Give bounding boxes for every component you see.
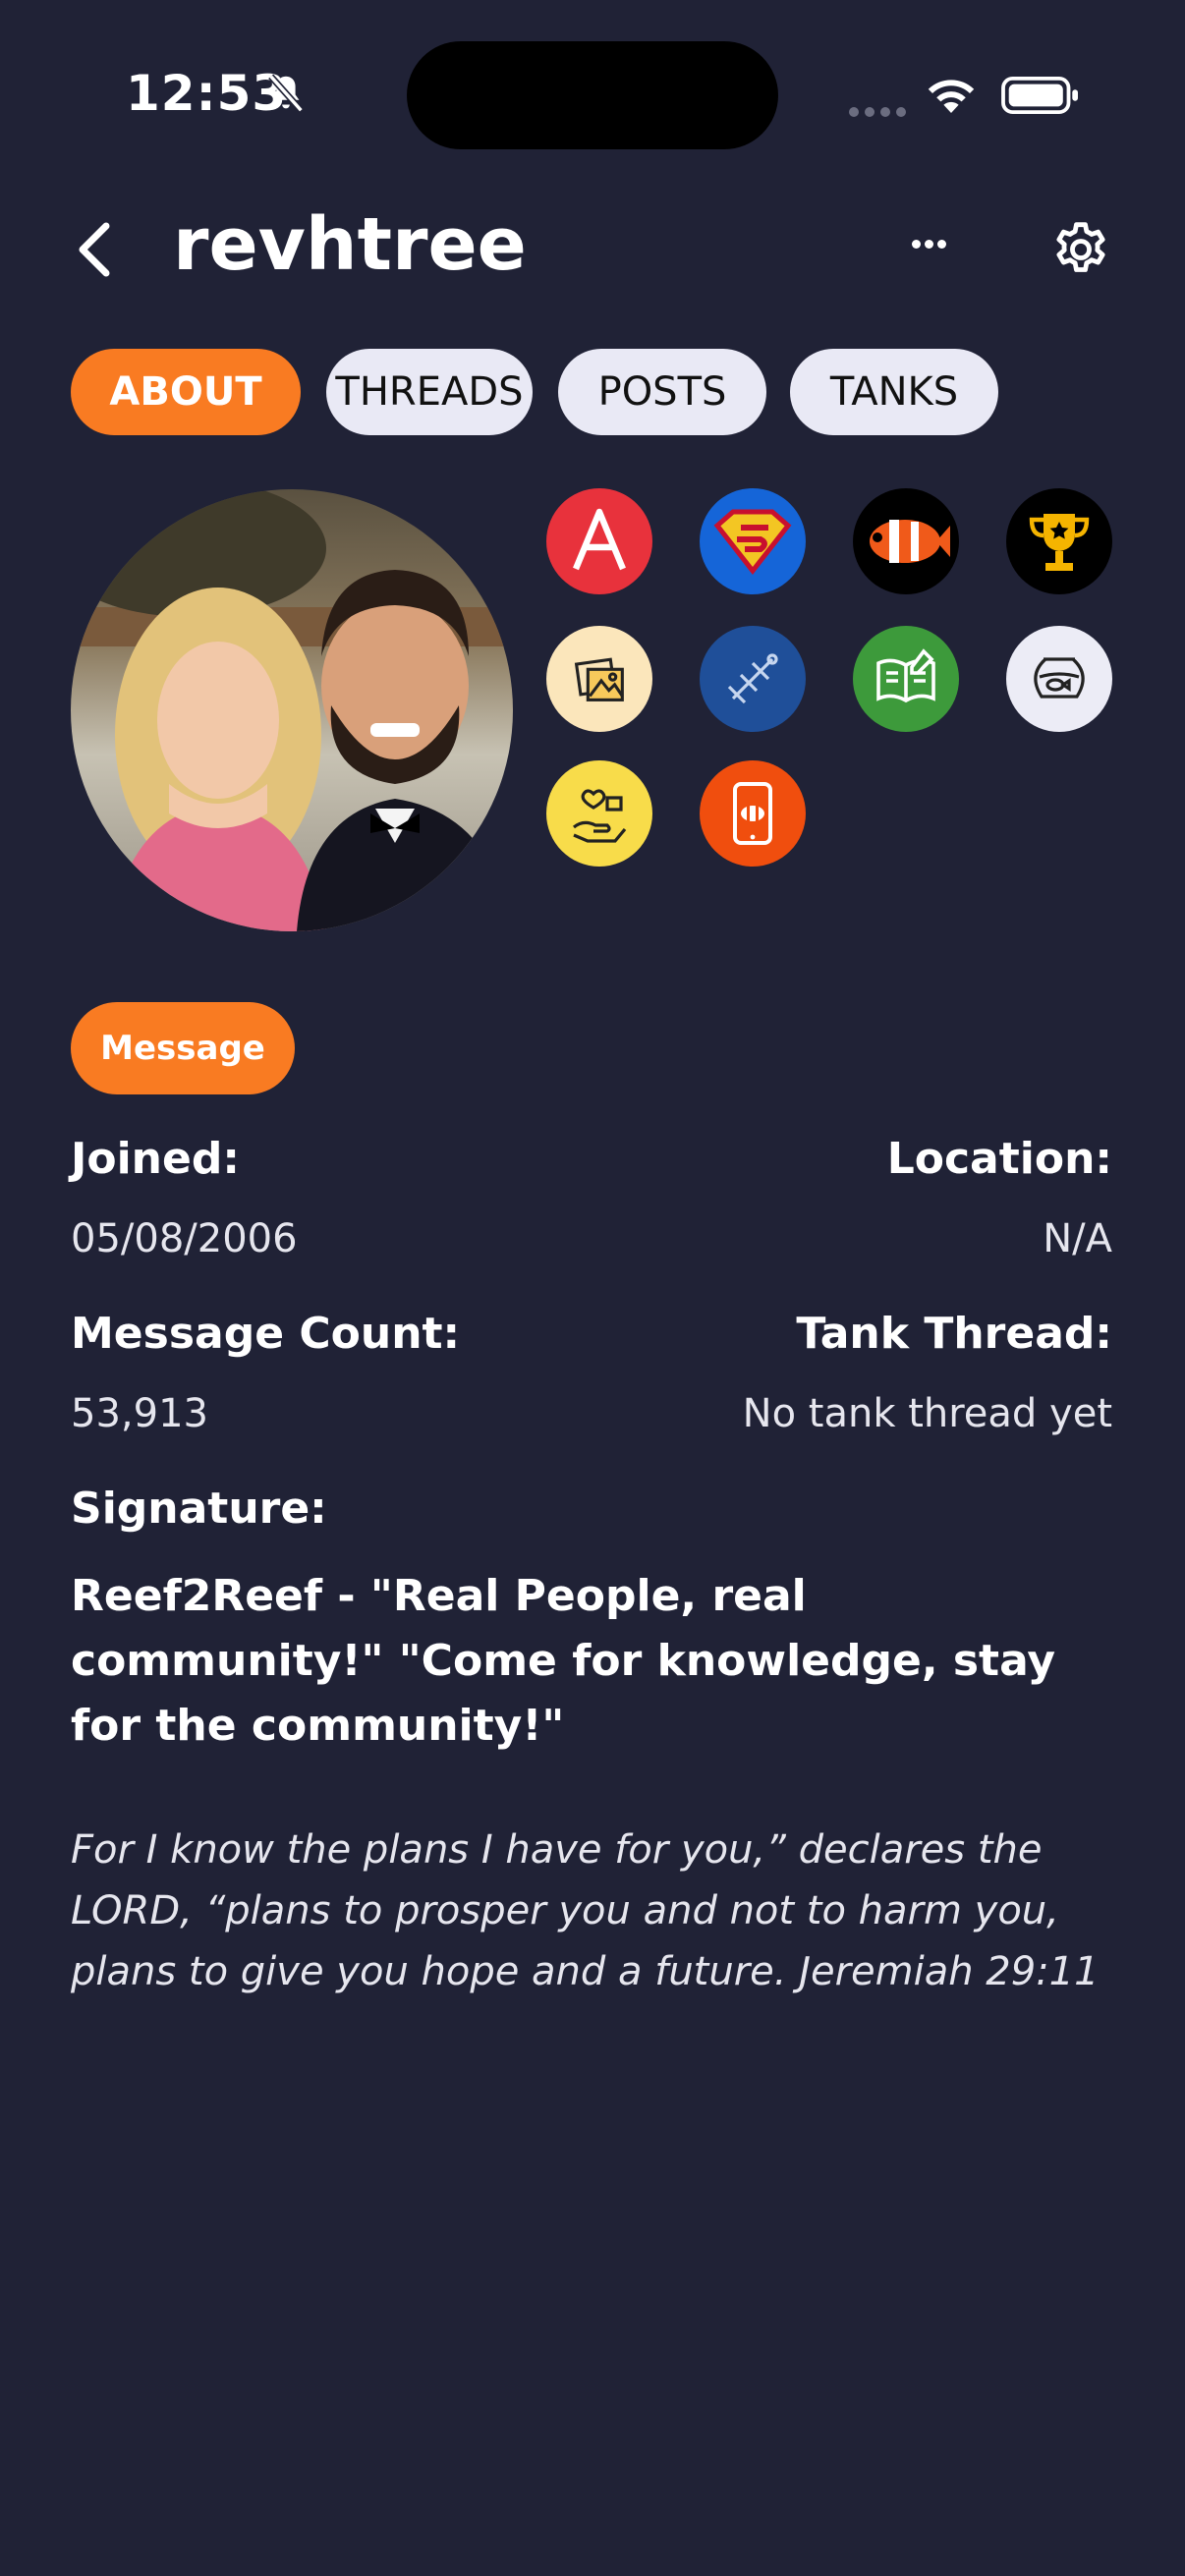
tab-tanks[interactable]: TANKS bbox=[790, 349, 998, 435]
tab-posts[interactable]: POSTS bbox=[558, 349, 766, 435]
message-button[interactable]: Message bbox=[71, 1002, 295, 1094]
battery-icon bbox=[1001, 77, 1078, 114]
tank-thread-value: No tank thread yet bbox=[742, 1391, 1112, 1436]
trophy-badge-icon[interactable] bbox=[1006, 488, 1112, 594]
signature-label: Signature: bbox=[71, 1484, 327, 1534]
joined-value: 05/08/2006 bbox=[71, 1216, 298, 1261]
signature-text: Reef2Reef - "Real People, real community… bbox=[71, 1571, 1056, 1751]
chevron-left-icon[interactable] bbox=[75, 220, 114, 279]
page-title: revhtree bbox=[173, 202, 527, 287]
wifi-icon bbox=[928, 80, 975, 113]
phone-clownfish-badge-icon[interactable] bbox=[700, 760, 806, 867]
art-gallery-badge-icon[interactable] bbox=[546, 626, 652, 732]
clownfish-badge-icon[interactable] bbox=[853, 488, 959, 594]
joined-label: Joined: bbox=[71, 1134, 240, 1184]
bell-slash-icon bbox=[268, 74, 304, 113]
tank-thread-label: Tank Thread: bbox=[796, 1309, 1112, 1359]
ellipsis-icon[interactable] bbox=[912, 234, 950, 252]
signature-quote: For I know the plans I have for you,” de… bbox=[71, 1827, 1100, 1994]
fishbowl-badge-icon[interactable] bbox=[1006, 626, 1112, 732]
book-badge-icon[interactable] bbox=[853, 626, 959, 732]
avatar[interactable] bbox=[71, 489, 513, 931]
cellular-dots-icon bbox=[849, 102, 912, 121]
letter-a-badge-icon[interactable] bbox=[546, 488, 652, 594]
message-count-value: 53,913 bbox=[71, 1391, 208, 1436]
tab-threads[interactable]: THREADS bbox=[326, 349, 533, 435]
location-label: Location: bbox=[886, 1134, 1112, 1184]
superman-badge-icon[interactable] bbox=[700, 488, 806, 594]
gear-icon[interactable] bbox=[1049, 218, 1112, 281]
fighter-jet-badge-icon[interactable] bbox=[700, 626, 806, 732]
helping-hands-badge-icon[interactable] bbox=[546, 760, 652, 867]
dynamic-island bbox=[407, 41, 778, 149]
location-value: N/A bbox=[1043, 1216, 1112, 1261]
tab-about[interactable]: ABOUT bbox=[71, 349, 301, 435]
message-count-label: Message Count: bbox=[71, 1309, 461, 1359]
